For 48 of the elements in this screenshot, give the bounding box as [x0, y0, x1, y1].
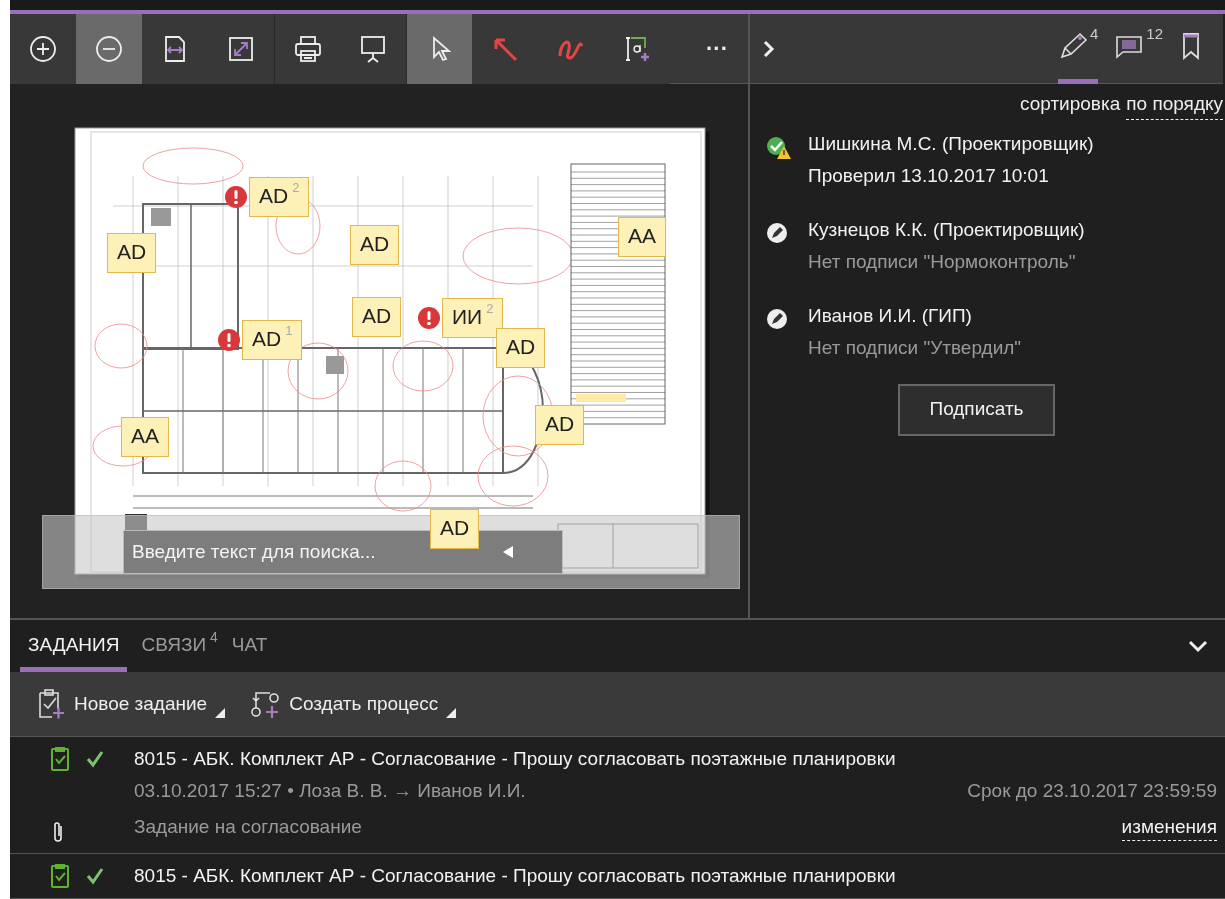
annotation-sticker[interactable]: AA: [618, 217, 666, 257]
dropdown-corner-icon: [446, 708, 457, 718]
toolbar-dropdown-button[interactable]: Создать процесс: [249, 688, 457, 720]
toolbar-dropdown-button[interactable]: Новое задание: [36, 688, 226, 720]
pen-circle-icon: [766, 307, 788, 330]
task-meta: 03.10.2017 15:27 • Лоза В. В. → Иванов И.И.: [134, 779, 526, 803]
side-panel-tab[interactable]: 4: [1057, 13, 1099, 84]
annotation-sticker[interactable]: AD: [352, 297, 402, 337]
toolbar-button[interactable]: [274, 13, 340, 84]
print-icon: [292, 33, 323, 64]
task-title: 8015 - АБК. Комплект АР - Согласование - Прошу согласовать поэтажные планировки: [134, 864, 897, 888]
bottom-tab[interactable]: ЧАТ: [231, 620, 268, 672]
signer-name: Иванов И.И. (ГИП): [808, 303, 973, 328]
signature-status: Нет подписи "Утвердил": [808, 335, 1022, 360]
chevron-down-icon[interactable]: [1187, 639, 1209, 653]
task-due-date: Срок до 23.10.2017 23:59:59: [967, 779, 1217, 803]
annotation-sticker[interactable]: AD: [350, 225, 400, 265]
annotation-sticker[interactable]: AD: [430, 509, 480, 549]
triangle-left-icon: [503, 546, 513, 558]
annotation-sticker[interactable]: AD: [535, 405, 585, 445]
sort-label: сортировка: [1019, 92, 1121, 116]
clipboard-plus-icon: [36, 688, 66, 720]
zoom-out-icon: [94, 33, 124, 64]
dropdown-corner-icon: [215, 708, 226, 718]
sign-button[interactable]: Подписать: [898, 383, 1055, 436]
check-warning-icon: [766, 135, 792, 160]
clipboard-check-icon: [50, 863, 70, 889]
task-row[interactable]: 8015 - АБК. Комплект АР - Согласование - Прошу согласовать поэтажные планировки: [10, 854, 1225, 899]
side-panel-tab[interactable]: 12: [1114, 13, 1163, 84]
signer-name: Шишкина М.С. (Проектировщик): [808, 131, 1094, 156]
bottom-tab[interactable]: СВЯЗИ 4: [141, 620, 218, 672]
task-description: Задание на согласование: [134, 815, 362, 839]
presentation-screen-icon: [358, 33, 388, 64]
signature-status: Нет подписи "Нормоконтроль": [808, 249, 1077, 274]
signature-status: Проверил 13.10.2017 10:01: [808, 163, 1050, 188]
changes-link[interactable]: изменения: [1121, 813, 1217, 841]
sort-order-link[interactable]: по порядку: [1126, 90, 1223, 120]
more-button[interactable]: ···: [698, 32, 736, 65]
chevron-right-icon[interactable]: [762, 38, 776, 59]
task-row[interactable]: 8015 - АБК. Комплект АР - Согласование - Прошу согласовать поэтажные планировки 03.10.2017 15:27 • Лоза В. В. → Иванов И.И. Срок до 23.10.2017 23:59:59 Задание на согласование изменения: [10, 737, 1225, 854]
zoom-in-icon: [28, 33, 58, 64]
annotation-sticker[interactable]: AD: [496, 328, 546, 368]
task-title: 8015 - АБК. Комплект АР - Согласование - Прошу согласовать поэтажные планировки: [134, 747, 897, 771]
clipboard-check-icon: [50, 746, 70, 772]
annotation-sticker[interactable]: AA: [121, 417, 169, 457]
pen-circle-icon: [766, 221, 788, 244]
annotation-sticker[interactable]: AD: [107, 233, 157, 273]
signer-name: Кузнецов К.К. (Проектировщик): [808, 217, 1085, 242]
